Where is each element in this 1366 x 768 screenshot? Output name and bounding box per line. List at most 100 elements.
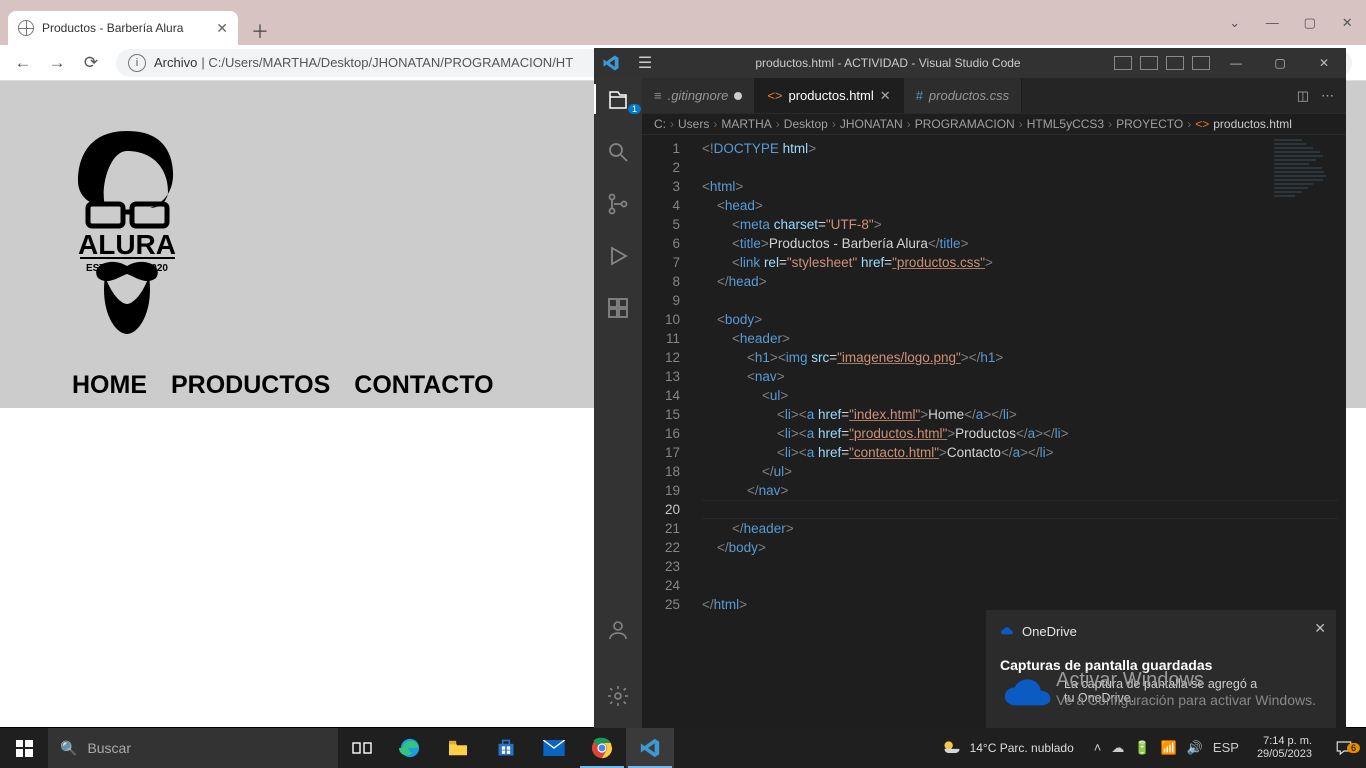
explorer-icon[interactable]: 1 [606, 88, 630, 118]
search-placeholder: Buscar [87, 740, 131, 756]
close-tab-icon[interactable]: ✕ [216, 20, 228, 37]
run-debug-icon[interactable] [606, 244, 630, 274]
vscode-titlebar[interactable]: ☰ productos.html - ACTIVIDAD - Visual St… [594, 48, 1346, 78]
clock-time: 7:14 p. m. [1257, 735, 1312, 748]
layout-customize-icon[interactable] [1192, 56, 1210, 70]
layout-icons-group [1114, 56, 1214, 70]
tab-productos-css[interactable]: # productos.css [904, 78, 1022, 113]
breadcrumb-item[interactable]: HTML5yCCS3 [1027, 117, 1104, 131]
action-center-icon[interactable]: 6 [1322, 739, 1366, 757]
windows-taskbar: 🔍 Buscar 14°C Parc. nublado ˄ ☁ 🔋 📶 🔊 ES… [0, 728, 1366, 768]
new-tab-button[interactable]: ＋ [246, 17, 274, 45]
vscode-window-controls: — ▢ ✕ [1214, 48, 1346, 78]
vscode-title: productos.html - ACTIVIDAD - Visual Stud… [662, 56, 1114, 70]
weather-icon [942, 738, 962, 758]
browser-tab[interactable]: Productos - Barbería Alura ✕ [8, 11, 238, 45]
tray-language[interactable]: ESP [1213, 740, 1239, 756]
task-view-icon[interactable] [338, 728, 386, 768]
site-info-icon[interactable]: i [128, 54, 146, 72]
close-tab-icon[interactable]: ✕ [880, 88, 891, 104]
onedrive-cloud-icon [1000, 677, 1052, 711]
chrome-taskbar-icon[interactable] [578, 728, 626, 768]
vscode-logo-icon [594, 54, 628, 72]
address-url: C:/Users/MARTHA/Desktop/JHONATAN/PROGRAM… [208, 55, 573, 70]
chrome-maximize-icon[interactable]: ▢ [1291, 0, 1329, 45]
chrome-tab-bar: Productos - Barbería Alura ✕ ＋ ⌄ — ▢ ✕ [0, 8, 1366, 45]
layout-panel-right-icon[interactable] [1166, 56, 1184, 70]
minimap[interactable] [1274, 137, 1344, 277]
vscode-taskbar-icon[interactable] [626, 728, 674, 768]
file-explorer-icon[interactable] [434, 728, 482, 768]
toast-brand: OneDrive [1022, 624, 1077, 639]
html-file-icon: <> [767, 88, 782, 103]
search-icon[interactable] [606, 140, 630, 170]
nav-item-home[interactable]: HOME [72, 371, 147, 400]
weather-widget[interactable]: 14°C Parc. nublado [930, 738, 1086, 758]
breadcrumb-item[interactable]: Desktop [784, 117, 828, 131]
explorer-badge: 1 [628, 104, 641, 114]
tray-chevron-icon[interactable]: ˄ [1094, 740, 1102, 756]
address-scheme: Archivo [154, 55, 197, 70]
source-control-icon[interactable] [606, 192, 630, 222]
breadcrumb-item[interactable]: Users [678, 117, 709, 131]
breadcrumb-item[interactable]: JHONATAN [840, 117, 903, 131]
toast-title: Capturas de pantalla guardadas [1000, 657, 1322, 673]
vscode-maximize-icon[interactable]: ▢ [1258, 48, 1302, 78]
clock-date: 29/05/2023 [1257, 748, 1312, 761]
globe-icon [18, 20, 34, 36]
start-button[interactable] [0, 728, 48, 768]
menu-icon[interactable]: ☰ [628, 53, 662, 73]
nav-item-contacto[interactable]: CONTACTO [354, 371, 493, 400]
extensions-icon[interactable] [606, 296, 630, 326]
onedrive-small-icon [1000, 625, 1014, 639]
settings-gear-icon[interactable] [606, 684, 630, 714]
css-file-icon: # [916, 88, 923, 103]
breadcrumb-item[interactable]: C: [654, 117, 666, 131]
chrome-restore-down-icon[interactable]: ⌄ [1216, 0, 1254, 45]
chrome-window-controls: ⌄ — ▢ ✕ [1216, 0, 1366, 45]
more-actions-icon[interactable]: ⋯ [1321, 88, 1334, 104]
layout-panel-left-icon[interactable] [1114, 56, 1132, 70]
reload-button[interactable]: ⟳ [74, 48, 108, 78]
layout-panel-bottom-icon[interactable] [1140, 56, 1158, 70]
breadcrumb[interactable]: C:› Users› MARTHA› Desktop› JHONATAN› PR… [642, 113, 1346, 135]
edge-icon[interactable] [386, 728, 434, 768]
chrome-close-icon[interactable]: ✕ [1329, 0, 1366, 45]
system-tray: 14°C Parc. nublado ˄ ☁ 🔋 📶 🔊 ESP 7:14 p.… [930, 728, 1366, 768]
chrome-titlebar-strip [0, 0, 1366, 8]
mail-icon[interactable] [530, 728, 578, 768]
back-button[interactable]: ← [6, 48, 40, 78]
taskbar-search[interactable]: 🔍 Buscar [48, 728, 338, 768]
notification-badge: 6 [1347, 743, 1360, 753]
split-editor-icon[interactable]: ◫ [1297, 88, 1309, 104]
tab-productos-html[interactable]: <> productos.html ✕ [755, 78, 903, 113]
svg-text:ALURA: ALURA [78, 229, 176, 260]
accounts-icon[interactable] [606, 618, 630, 648]
vscode-minimize-icon[interactable]: — [1214, 48, 1258, 78]
forward-button[interactable]: → [40, 48, 74, 78]
taskbar-clock[interactable]: 7:14 p. m. 29/05/2023 [1247, 735, 1322, 761]
taskbar-pinned-apps [338, 728, 674, 768]
breadcrumb-item[interactable]: productos.html [1213, 117, 1292, 131]
close-toast-icon[interactable]: ✕ [1314, 620, 1326, 637]
tray-wifi-icon[interactable]: 📶 [1161, 740, 1177, 756]
nav-item-productos[interactable]: PRODUCTOS [171, 371, 330, 400]
windows-logo-icon [16, 740, 33, 757]
onedrive-toast[interactable]: ✕ OneDrive Capturas de pantalla guardada… [986, 610, 1336, 732]
tab-title: Productos - Barbería Alura [42, 21, 183, 35]
tray-onedrive-icon[interactable]: ☁ [1111, 740, 1124, 756]
tab-actions: ◫ ⋯ [1297, 78, 1346, 113]
vscode-window: ☰ productos.html - ACTIVIDAD - Visual St… [594, 48, 1346, 728]
tray-battery-icon[interactable]: 🔋 [1134, 740, 1150, 756]
chrome-minimize-icon[interactable]: — [1254, 0, 1292, 45]
tab-gitignore[interactable]: ≡ .gitingnore [642, 78, 755, 113]
breadcrumb-item[interactable]: PROYECTO [1116, 117, 1183, 131]
breadcrumb-item[interactable]: MARTHA [721, 117, 771, 131]
tray-volume-icon[interactable]: 🔊 [1187, 740, 1203, 756]
breadcrumb-item[interactable]: PROGRAMACION [915, 117, 1015, 131]
toast-body-line2: tu OneDrive. [1064, 691, 1257, 705]
microsoft-store-icon[interactable] [482, 728, 530, 768]
tray-icons: ˄ ☁ 🔋 📶 🔊 ESP [1086, 740, 1247, 756]
vscode-close-icon[interactable]: ✕ [1302, 48, 1346, 78]
barberia-alura-logo: ALURA ESTD 2020 [60, 126, 195, 336]
